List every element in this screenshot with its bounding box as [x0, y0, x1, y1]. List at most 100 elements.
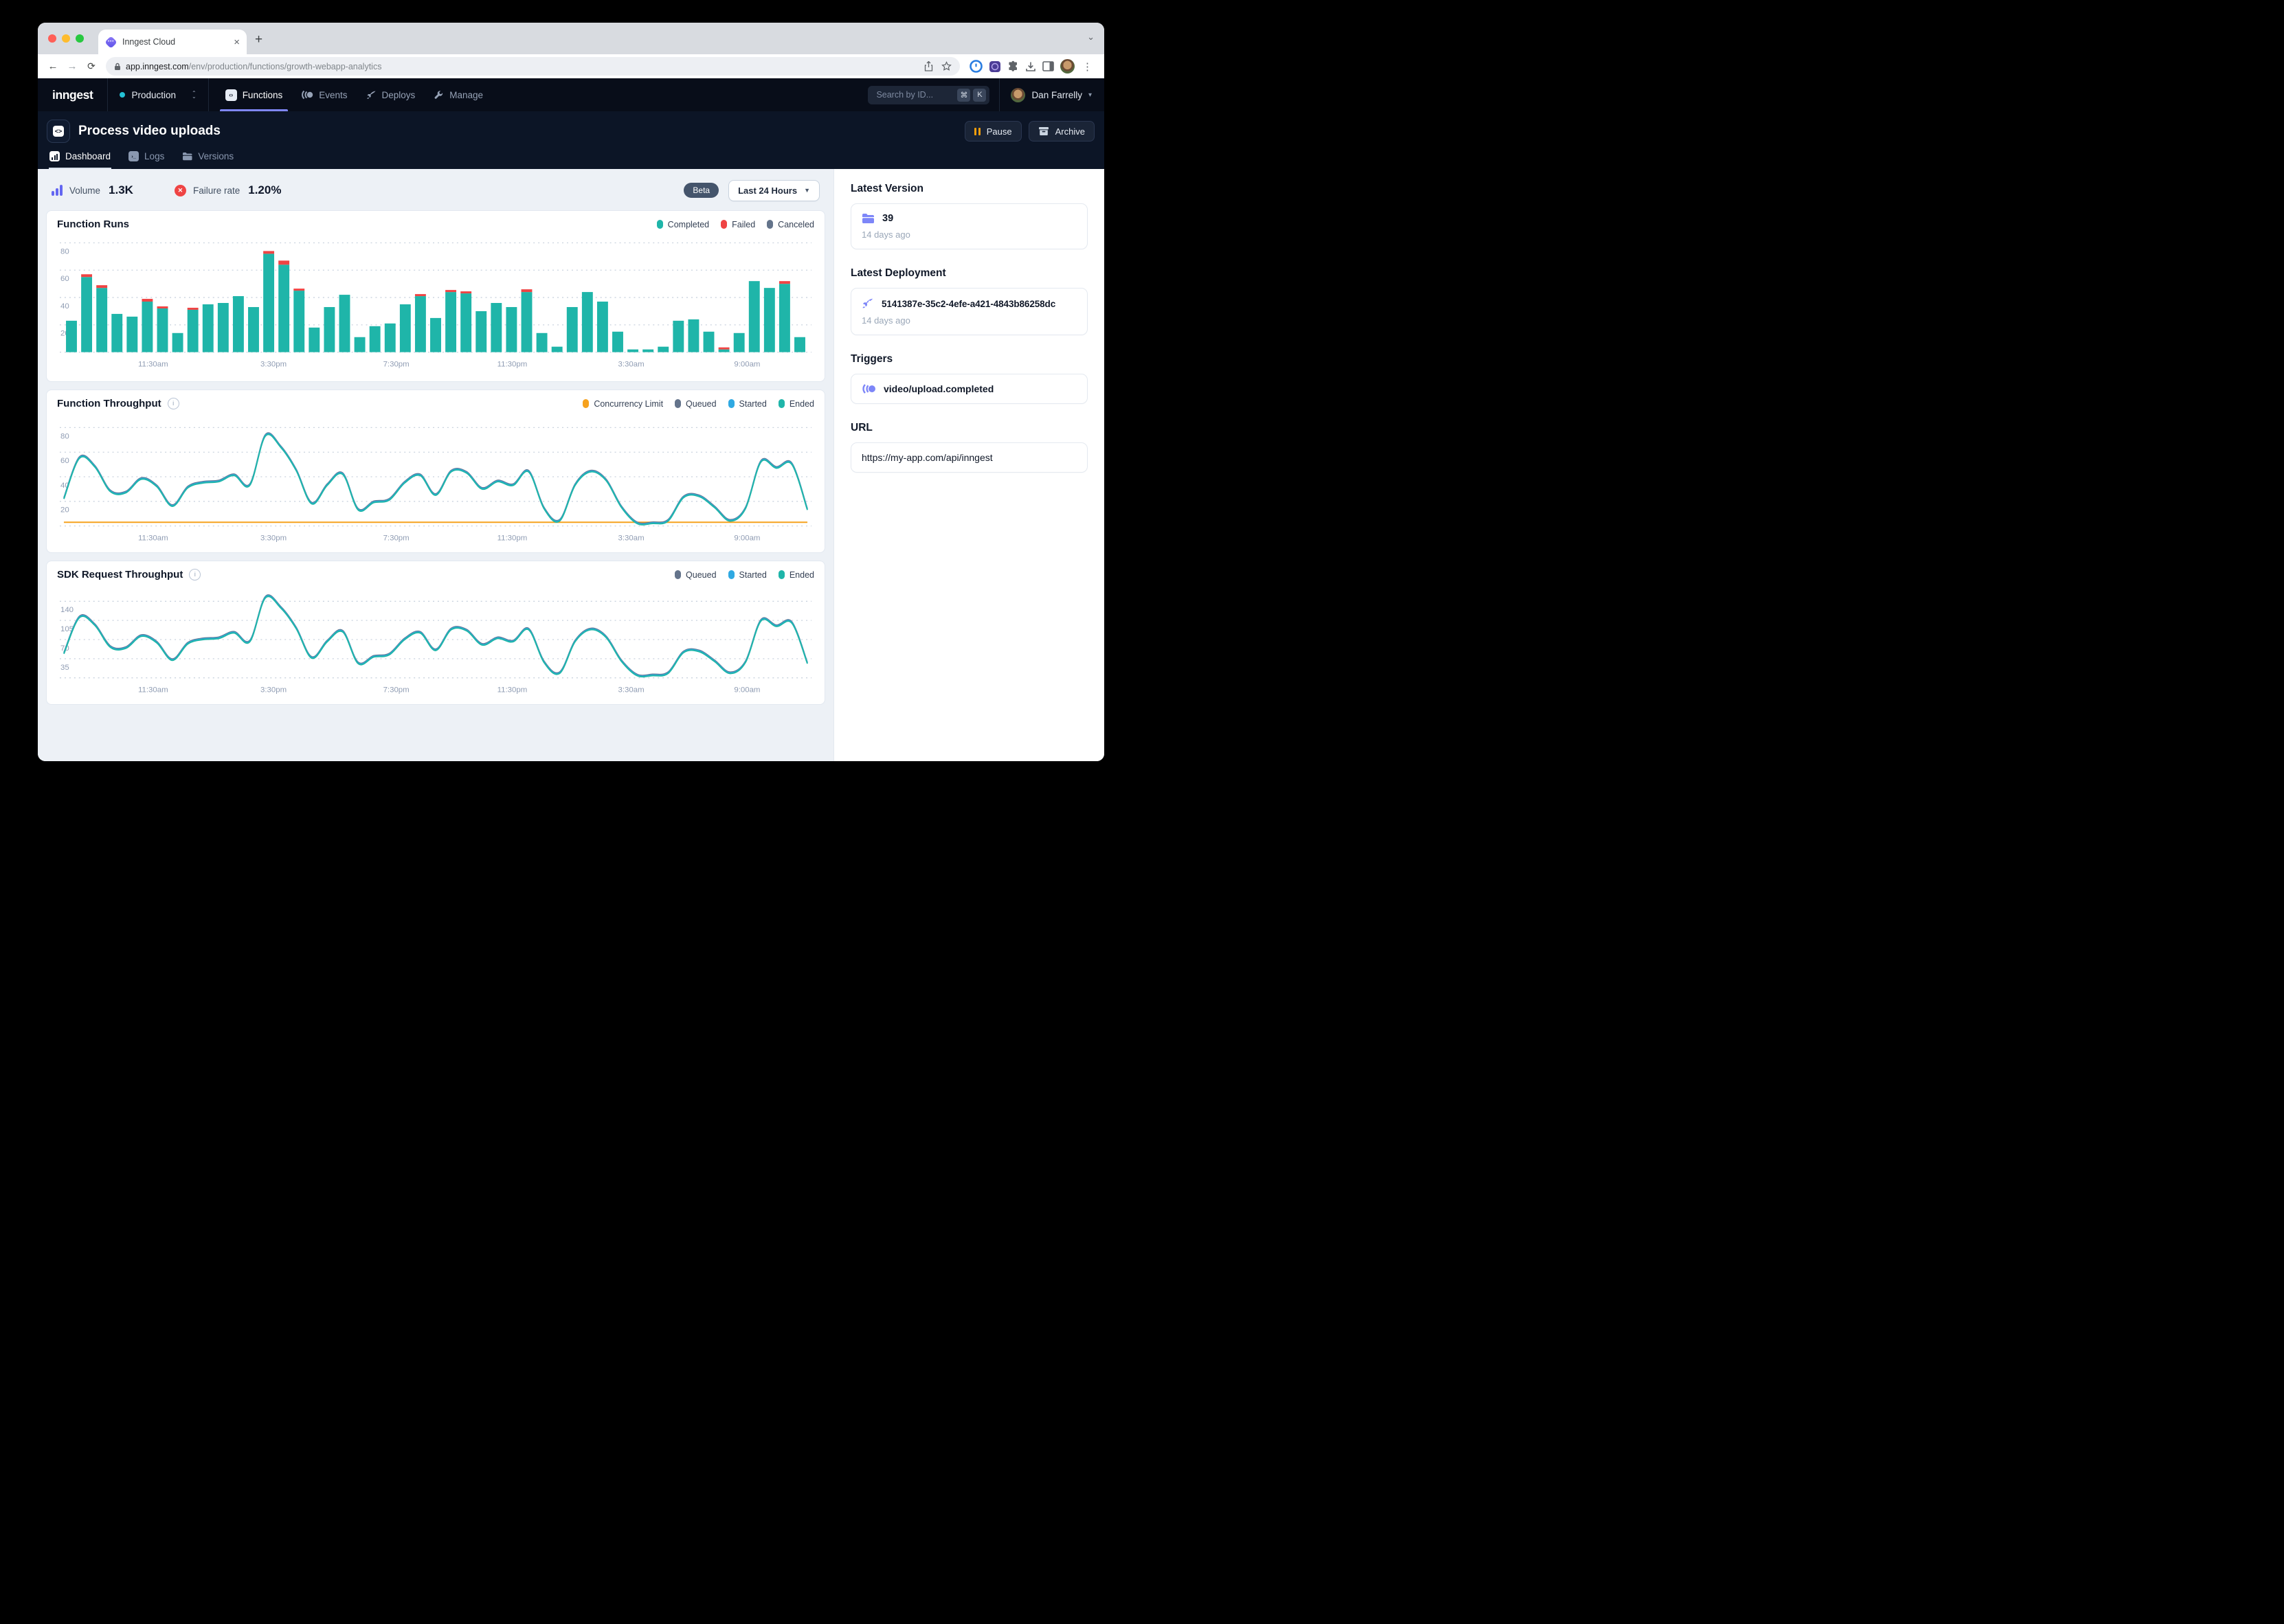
svg-text:7:30pm: 7:30pm — [383, 686, 410, 695]
pause-button[interactable]: Pause — [965, 121, 1021, 142]
latest-version-age: 14 days ago — [862, 229, 1077, 240]
forward-button[interactable]: → — [63, 60, 81, 72]
share-icon[interactable] — [924, 61, 933, 71]
page-title: Process video uploads — [78, 124, 221, 139]
details-sidebar: Latest Version 39 14 days ago Latest Dep… — [833, 169, 1104, 761]
search-input[interactable] — [875, 89, 954, 100]
latest-deployment-heading: Latest Deployment — [851, 267, 1088, 280]
search-box[interactable]: ⌘ K — [868, 86, 989, 104]
function-throughput-title: Function Throughput — [57, 398, 161, 409]
legend-item: Started — [728, 570, 767, 580]
side-panel-icon[interactable] — [1042, 61, 1054, 71]
rocket-icon — [366, 90, 377, 100]
svg-text:11:30am: 11:30am — [138, 686, 168, 695]
bookmark-star-icon[interactable] — [941, 61, 952, 71]
tab-dashboard[interactable]: Dashboard — [49, 148, 111, 169]
app-top-nav: inngest Production ⌃⌄ ‹› Functions Event… — [38, 78, 1104, 111]
volume-stat: Volume 1.3K — [52, 183, 133, 197]
pause-icon — [974, 128, 981, 135]
svg-text:11:30am: 11:30am — [138, 534, 168, 543]
stats-bar: Volume 1.3K ✕ Failure rate 1.20% Beta La… — [46, 174, 825, 206]
page-tabs: Dashboard ›_ Logs Versions — [47, 148, 1095, 169]
svg-text:11:30am: 11:30am — [138, 361, 168, 369]
legend-dot — [728, 570, 735, 579]
back-button[interactable]: ← — [44, 60, 62, 72]
svg-text:7:30pm: 7:30pm — [383, 361, 410, 369]
legend-dot — [779, 399, 785, 408]
downloads-icon[interactable] — [1025, 61, 1036, 72]
dashboard-icon — [49, 151, 60, 161]
svg-text:3:30pm: 3:30pm — [260, 686, 287, 695]
user-menu[interactable]: Dan Farrelly ▾ — [999, 78, 1104, 111]
browser-profile-avatar[interactable] — [1060, 59, 1075, 74]
environment-selector[interactable]: Production ⌃⌄ — [108, 78, 208, 111]
inngest-favicon-icon: ••• — [105, 36, 117, 48]
time-range-selector[interactable]: Last 24 Hours ▼ — [728, 180, 820, 201]
primary-nav: ‹› Functions Events Deploys Manage — [209, 78, 483, 111]
tab-versions[interactable]: Versions — [181, 148, 234, 169]
user-name: Dan Farrelly — [1031, 90, 1082, 100]
failure-rate-stat: ✕ Failure rate 1.20% — [175, 183, 281, 197]
url-value: https://my-app.com/api/inngest — [862, 452, 993, 463]
extensions-puzzle-icon[interactable] — [1007, 60, 1019, 72]
tab-search-chevron-icon[interactable]: ⌄ — [1087, 32, 1095, 43]
inngest-logo: inngest — [38, 88, 107, 102]
svg-text:3:30pm: 3:30pm — [260, 534, 287, 543]
info-icon[interactable]: i — [168, 398, 179, 409]
purple-extension-icon[interactable] — [989, 60, 1001, 73]
svg-text:11:30pm: 11:30pm — [497, 686, 528, 695]
failure-rate-value: 1.20% — [248, 183, 281, 197]
legend-item: Ended — [779, 570, 814, 580]
function-runs-title: Function Runs — [57, 218, 129, 230]
function-runs-chart: 2040608011:30am3:30pm7:30pm11:30pm3:30am… — [57, 232, 814, 377]
window-close-button[interactable] — [48, 34, 56, 43]
archive-button[interactable]: Archive — [1029, 121, 1095, 142]
sdk-throughput-card: SDK Request Throughput i QueuedStartedEn… — [46, 561, 825, 705]
latest-version-card: 39 14 days ago — [851, 203, 1088, 249]
page-header: <> Process video uploads Pause Archive D… — [38, 111, 1104, 169]
function-throughput-chart: 2040608011:30am3:30pm7:30pm11:30pm3:30am… — [57, 411, 814, 548]
function-throughput-card: Function Throughput i Concurrency LimitQ… — [46, 390, 825, 553]
reload-button[interactable]: ⟳ — [82, 60, 100, 72]
sdk-throughput-chart: 357010514011:30am3:30pm7:30pm11:30pm3:30… — [57, 582, 814, 700]
folder-icon — [862, 213, 875, 224]
window-controls — [48, 34, 84, 43]
svg-text:3:30pm: 3:30pm — [260, 361, 287, 369]
svg-text:40: 40 — [60, 302, 69, 311]
tab-title: Inngest Cloud — [122, 37, 228, 47]
function-throughput-legend: Concurrency LimitQueuedStartedEnded — [583, 399, 814, 409]
nav-item-manage[interactable]: Manage — [434, 78, 483, 111]
legend-dot — [583, 399, 589, 408]
environment-name: Production — [131, 90, 176, 100]
url-card: https://my-app.com/api/inngest — [851, 442, 1088, 473]
legend-dot — [767, 220, 773, 229]
window-minimize-button[interactable] — [62, 34, 70, 43]
legend-dot — [657, 220, 663, 229]
nav-item-deploys[interactable]: Deploys — [366, 78, 416, 111]
svg-text:80: 80 — [60, 432, 69, 440]
content-area: Volume 1.3K ✕ Failure rate 1.20% Beta La… — [38, 169, 1104, 761]
legend-item: Ended — [779, 399, 814, 409]
tab-close-icon[interactable]: × — [234, 37, 240, 47]
password-manager-extension-icon[interactable] — [970, 60, 983, 73]
svg-text:9:00am: 9:00am — [734, 534, 760, 543]
svg-text:11:30pm: 11:30pm — [497, 534, 528, 543]
new-tab-button[interactable]: + — [255, 32, 262, 47]
svg-text:7:30pm: 7:30pm — [383, 534, 410, 543]
triggers-heading: Triggers — [851, 353, 1088, 365]
rocket-icon — [862, 297, 874, 310]
info-icon[interactable]: i — [189, 569, 201, 580]
trigger-card: video/upload.completed — [851, 374, 1088, 404]
legend-dot — [675, 570, 681, 579]
address-bar[interactable]: app.inngest.com/env/production/functions… — [106, 57, 960, 76]
tab-logs[interactable]: ›_ Logs — [128, 148, 165, 169]
legend-dot — [675, 399, 681, 408]
browser-menu-icon[interactable]: ⋮ — [1081, 60, 1094, 73]
nav-item-events[interactable]: Events — [301, 78, 347, 111]
nav-item-functions[interactable]: ‹› Functions — [225, 78, 283, 111]
latest-version-heading: Latest Version — [851, 183, 1088, 195]
sdk-throughput-legend: QueuedStartedEnded — [675, 570, 814, 580]
folder-icon — [182, 152, 192, 161]
window-zoom-button[interactable] — [76, 34, 84, 43]
browser-tab[interactable]: ••• Inngest Cloud × — [98, 30, 247, 54]
